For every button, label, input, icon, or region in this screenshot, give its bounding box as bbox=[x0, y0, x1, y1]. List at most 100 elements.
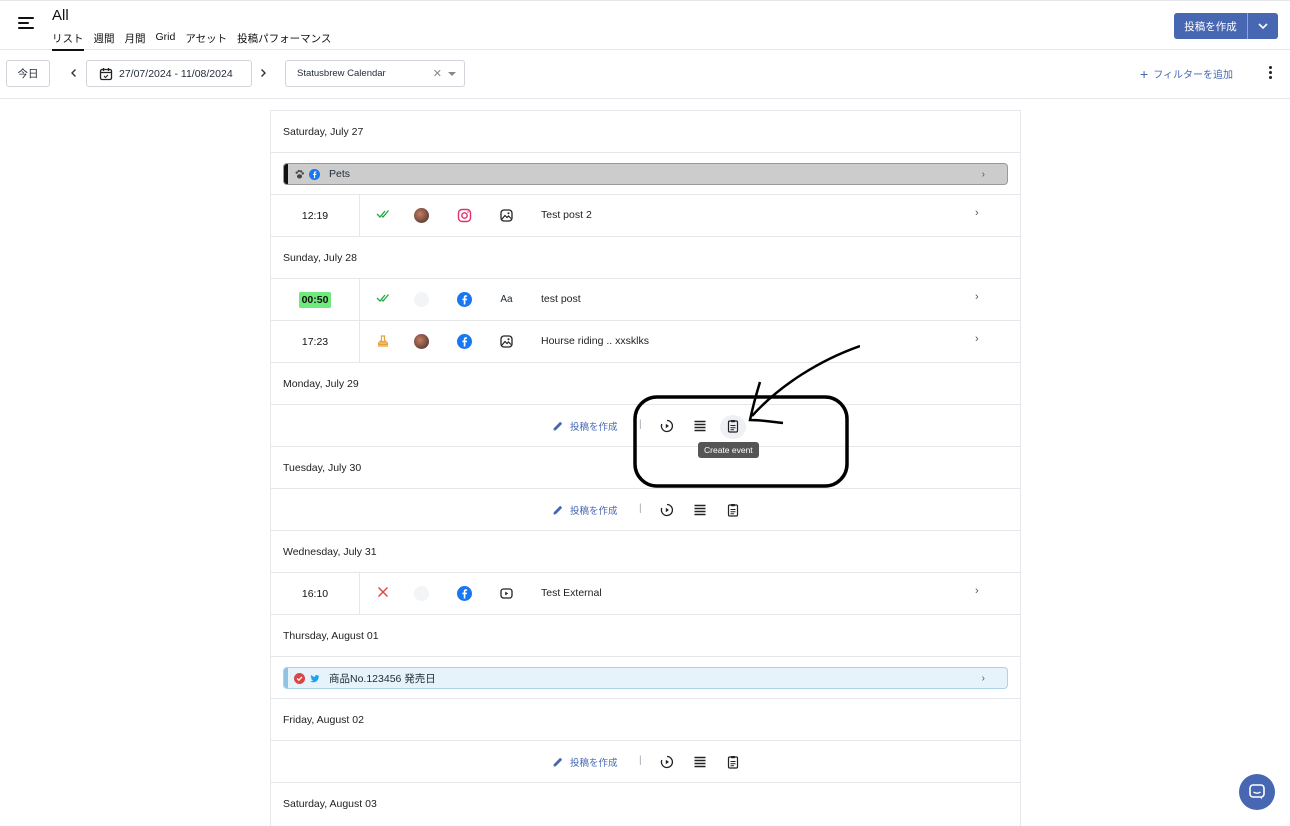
day-header-label: Monday, July 29 bbox=[283, 377, 359, 390]
compose-post-link[interactable]: 投稿を作成 bbox=[552, 755, 618, 769]
date-range-picker[interactable]: 27/07/2024 - 11/08/2024 bbox=[86, 60, 252, 87]
post-time: 12:19 bbox=[271, 195, 360, 236]
pencil-icon bbox=[553, 757, 563, 767]
chevron-right-icon: › bbox=[981, 673, 985, 684]
video-icon bbox=[499, 586, 514, 601]
create-post-button[interactable]: 投稿を作成 bbox=[1174, 13, 1247, 39]
post-time-text: 00:50 bbox=[298, 291, 332, 308]
day-header: Tuesday, July 30 bbox=[271, 447, 1020, 489]
calendar-icon bbox=[99, 67, 113, 80]
compose-post-link[interactable]: 投稿を作成 bbox=[552, 419, 618, 433]
note-list-icon[interactable] bbox=[693, 419, 707, 433]
tab-grid[interactable]: Grid bbox=[156, 31, 176, 51]
today-button[interactable]: 今日 bbox=[6, 60, 50, 87]
event-color-stripe bbox=[284, 668, 288, 688]
empty-day-actions: 投稿を作成 | Create event bbox=[271, 405, 1020, 458]
story-icon[interactable] bbox=[660, 755, 674, 769]
chevron-right-icon[interactable]: › bbox=[975, 333, 979, 345]
separator: | bbox=[639, 503, 642, 514]
day-header-label: Thursday, August 01 bbox=[283, 629, 379, 642]
event-row: 商品No.123456 発売日 › bbox=[271, 657, 1020, 699]
chevron-right-icon[interactable]: › bbox=[975, 291, 979, 303]
view-tabs: リスト 週間 月間 Grid アセット 投稿パフォーマンス bbox=[52, 31, 341, 51]
story-icon[interactable] bbox=[660, 503, 674, 517]
tab-month[interactable]: 月間 bbox=[125, 31, 146, 51]
day-header-label: Sunday, July 28 bbox=[283, 251, 357, 264]
twitter-icon bbox=[309, 674, 320, 682]
day-header-label: Saturday, July 27 bbox=[283, 125, 364, 138]
post-list: Saturday, July 27 Pets › 12:19 Test post… bbox=[270, 110, 1021, 826]
empty-day-actions: 投稿を作成 | bbox=[271, 489, 1020, 531]
compose-post-label: 投稿を作成 bbox=[570, 506, 618, 517]
note-list-icon[interactable] bbox=[693, 755, 707, 769]
tab-week[interactable]: 週間 bbox=[94, 31, 115, 51]
menu-icon[interactable] bbox=[18, 17, 34, 33]
post-row[interactable]: 00:50 Aa test post › bbox=[271, 279, 1020, 321]
day-header-label: Tuesday, July 30 bbox=[283, 461, 362, 474]
pencil-icon bbox=[553, 505, 563, 515]
post-row[interactable]: 16:10 Test External › bbox=[271, 573, 1020, 615]
prev-range-button[interactable] bbox=[67, 66, 81, 80]
day-header-label: Saturday, August 03 bbox=[283, 798, 377, 810]
tab-assets[interactable]: アセット bbox=[185, 31, 227, 51]
published-check-icon bbox=[374, 292, 392, 306]
page-title: All bbox=[52, 7, 69, 24]
add-filter-button[interactable]: + フィルターを追加 bbox=[1140, 65, 1233, 82]
day-header: Saturday, August 03 bbox=[271, 783, 1020, 825]
paw-icon bbox=[295, 169, 304, 178]
create-post-button-group: 投稿を作成 bbox=[1174, 13, 1278, 39]
clear-icon[interactable]: ✕ bbox=[433, 67, 442, 80]
day-header: Sunday, July 28 bbox=[271, 237, 1020, 279]
create-event-icon[interactable] bbox=[726, 755, 740, 769]
day-header: Friday, August 02 bbox=[271, 699, 1020, 741]
top-bar: All リスト 週間 月間 Grid アセット 投稿パフォーマンス 投稿を作成 bbox=[0, 0, 1290, 51]
post-time: 00:50 bbox=[271, 279, 360, 320]
approval-stamp-icon bbox=[374, 334, 392, 348]
compose-post-label: 投稿を作成 bbox=[570, 758, 618, 769]
day-header: Saturday, July 27 bbox=[271, 111, 1020, 153]
event-pill[interactable]: 商品No.123456 発売日 › bbox=[283, 667, 1008, 689]
next-range-button[interactable] bbox=[256, 66, 270, 80]
date-range-text: 27/07/2024 - 11/08/2024 bbox=[119, 67, 233, 80]
text-type-icon: Aa bbox=[500, 294, 513, 305]
chevron-right-icon[interactable]: › bbox=[975, 207, 979, 219]
facebook-icon bbox=[457, 586, 472, 601]
tab-list[interactable]: リスト bbox=[52, 31, 84, 51]
avatar bbox=[414, 586, 429, 601]
calendar-select[interactable]: Statusbrew Calendar ✕ bbox=[285, 60, 465, 87]
empty-day-actions: 投稿を作成 | bbox=[271, 741, 1020, 783]
post-time: 17:23 bbox=[271, 321, 360, 362]
post-title: Test post 2 bbox=[541, 209, 592, 221]
create-event-icon[interactable] bbox=[726, 419, 740, 433]
tab-post-performance[interactable]: 投稿パフォーマンス bbox=[237, 31, 331, 51]
failed-x-icon bbox=[374, 586, 392, 600]
create-event-icon[interactable] bbox=[726, 503, 740, 517]
story-icon[interactable] bbox=[660, 419, 674, 433]
event-pill[interactable]: Pets › bbox=[283, 163, 1008, 185]
image-icon bbox=[499, 334, 514, 349]
avatar bbox=[414, 292, 429, 307]
post-row[interactable]: 17:23 Hourse riding .. xxsklks › bbox=[271, 321, 1020, 363]
plus-icon: + bbox=[1140, 65, 1149, 82]
post-title: Hourse riding .. xxsklks bbox=[541, 335, 649, 347]
create-post-dropdown[interactable] bbox=[1248, 13, 1278, 39]
more-options-icon[interactable] bbox=[1267, 66, 1273, 82]
chevron-right-icon: › bbox=[981, 169, 985, 180]
event-title: 商品No.123456 発売日 bbox=[329, 672, 436, 685]
note-list-icon[interactable] bbox=[693, 503, 707, 517]
chevron-right-icon bbox=[261, 69, 266, 77]
day-header-label: Wednesday, July 31 bbox=[283, 545, 377, 558]
day-header: Monday, July 29 bbox=[271, 363, 1020, 405]
pencil-icon bbox=[553, 421, 563, 431]
post-time-text: 17:23 bbox=[301, 335, 329, 348]
event-row: Pets › bbox=[271, 153, 1020, 195]
compose-post-label: 投稿を作成 bbox=[570, 422, 618, 433]
instagram-icon bbox=[457, 208, 472, 223]
post-row[interactable]: 12:19 Test post 2 › bbox=[271, 195, 1020, 237]
compose-post-link[interactable]: 投稿を作成 bbox=[552, 503, 618, 517]
published-check-icon bbox=[374, 208, 392, 222]
chevron-right-icon[interactable]: › bbox=[975, 585, 979, 597]
chat-support-button[interactable] bbox=[1239, 774, 1275, 810]
calendar-toolbar: 今日 27/07/2024 - 11/08/2024 Statusbrew Ca… bbox=[0, 50, 1290, 99]
facebook-icon bbox=[309, 168, 320, 180]
